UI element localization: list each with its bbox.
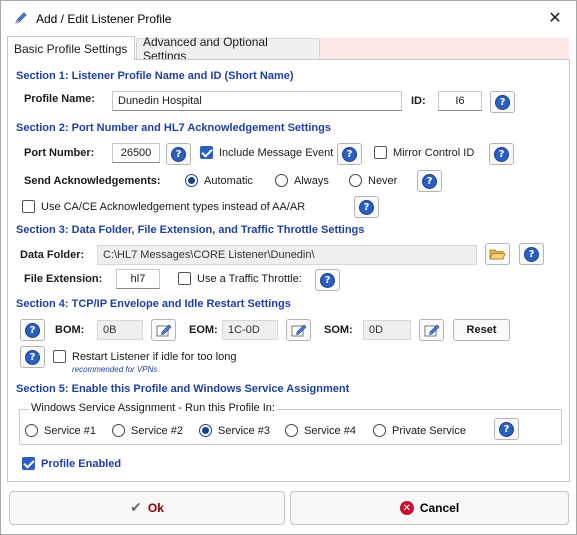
service-radio-2[interactable] bbox=[112, 424, 125, 437]
section2-title: Section 2: Port Number and HL7 Acknowled… bbox=[16, 122, 331, 134]
help-button-folder[interactable]: ? bbox=[519, 243, 544, 265]
data-folder-input[interactable]: C:\HL7 Messages\CORE Listener\Dunedin\ bbox=[97, 245, 477, 265]
help-icon: ? bbox=[25, 349, 40, 365]
mirror-control-id-label[interactable]: Mirror Control ID bbox=[393, 147, 474, 159]
section5-title: Section 5: Enable this Profile and Windo… bbox=[16, 383, 350, 395]
profile-enabled-label[interactable]: Profile Enabled bbox=[41, 458, 121, 470]
cancel-button-label: Cancel bbox=[419, 501, 460, 515]
help-icon: ? bbox=[494, 146, 509, 162]
service-radio-4[interactable] bbox=[285, 424, 298, 437]
ack-radio-always[interactable] bbox=[275, 174, 288, 187]
edit-icon bbox=[424, 324, 439, 337]
service-label-4[interactable]: Service #4 bbox=[304, 425, 356, 437]
mirror-control-id-checkbox[interactable] bbox=[374, 146, 387, 159]
edit-icon bbox=[156, 324, 171, 337]
help-button-ack[interactable]: ? bbox=[417, 170, 442, 192]
service-radio-1[interactable] bbox=[25, 424, 38, 437]
reset-button[interactable]: Reset bbox=[453, 319, 510, 341]
ack-label-automatic[interactable]: Automatic bbox=[204, 175, 253, 187]
help-button-port[interactable]: ? bbox=[166, 143, 191, 165]
port-number-input[interactable]: 26500 bbox=[112, 143, 160, 163]
cancel-button[interactable]: ✕ Cancel bbox=[290, 491, 569, 525]
service-radio-private[interactable] bbox=[373, 424, 386, 437]
include-message-event-checkbox[interactable] bbox=[200, 146, 213, 159]
som-label: SOM: bbox=[324, 324, 353, 336]
edit-icon bbox=[291, 324, 306, 337]
restart-idle-checkbox[interactable] bbox=[53, 350, 66, 363]
help-icon: ? bbox=[342, 146, 357, 162]
ack-label-always[interactable]: Always bbox=[294, 175, 329, 187]
service-label-3[interactable]: Service #3 bbox=[218, 425, 270, 437]
help-button-envelope[interactable]: ? bbox=[20, 319, 45, 341]
recommended-note: recommended for VPNs bbox=[72, 365, 158, 374]
help-button-restart[interactable]: ? bbox=[20, 346, 45, 368]
window-title: Add / Edit Listener Profile bbox=[36, 12, 172, 26]
tab-strip-filler bbox=[320, 38, 569, 59]
folder-icon bbox=[489, 249, 506, 260]
cancel-icon: ✕ bbox=[399, 501, 414, 515]
ok-button-label: Ok bbox=[147, 501, 164, 515]
section3-title: Section 3: Data Folder, File Extension, … bbox=[16, 224, 365, 236]
restart-idle-label[interactable]: Restart Listener if idle for too long bbox=[72, 351, 236, 363]
bom-label: BOM: bbox=[55, 324, 85, 336]
profile-name-label: Profile Name: bbox=[24, 93, 95, 105]
id-input[interactable]: I6 bbox=[438, 91, 482, 111]
help-button-throttle[interactable]: ? bbox=[315, 269, 340, 291]
help-button-profile[interactable]: ? bbox=[490, 91, 515, 113]
close-icon[interactable]: ✕ bbox=[548, 8, 561, 28]
help-icon: ? bbox=[171, 146, 186, 162]
port-number-label: Port Number: bbox=[24, 147, 95, 159]
checkmark-icon: ✔ bbox=[130, 500, 142, 516]
ok-button[interactable]: ✔ Ok bbox=[9, 491, 285, 525]
help-button-message-event[interactable]: ? bbox=[337, 143, 362, 165]
som-input[interactable]: 0D bbox=[363, 320, 411, 340]
id-label: ID: bbox=[411, 95, 426, 107]
eom-label: EOM: bbox=[189, 324, 218, 336]
data-folder-label: Data Folder: bbox=[20, 249, 85, 261]
profile-enabled-checkbox[interactable] bbox=[22, 457, 35, 470]
section1-title: Section 1: Listener Profile Name and ID … bbox=[16, 70, 294, 82]
file-extension-input[interactable]: hl7 bbox=[116, 269, 160, 289]
service-label-1[interactable]: Service #1 bbox=[44, 425, 96, 437]
tab-panel-basic: Section 1: Listener Profile Name and ID … bbox=[7, 59, 570, 482]
ack-radio-never[interactable] bbox=[349, 174, 362, 187]
help-icon: ? bbox=[499, 421, 514, 437]
service-group-title: Windows Service Assignment - Run this Pr… bbox=[29, 402, 277, 414]
eom-input[interactable]: 1C-0D bbox=[222, 320, 278, 340]
profile-name-input[interactable]: Dunedin Hospital bbox=[112, 91, 402, 111]
edit-eom-button[interactable] bbox=[286, 319, 311, 341]
edit-bom-button[interactable] bbox=[151, 319, 176, 341]
pencil-icon bbox=[15, 12, 27, 24]
use-ca-ce-checkbox[interactable] bbox=[22, 200, 35, 213]
ack-radio-automatic[interactable] bbox=[185, 174, 198, 187]
help-icon: ? bbox=[495, 94, 510, 110]
help-button-mirror[interactable]: ? bbox=[489, 143, 514, 165]
include-message-event-label[interactable]: Include Message Event bbox=[219, 147, 333, 159]
help-icon: ? bbox=[524, 246, 539, 262]
use-ca-ce-label[interactable]: Use CA/CE Acknowledgement types instead … bbox=[41, 201, 305, 213]
help-icon: ? bbox=[25, 322, 40, 338]
edit-som-button[interactable] bbox=[419, 319, 444, 341]
service-radio-3[interactable] bbox=[199, 424, 212, 437]
tab-advanced-optional-settings[interactable]: Advanced and Optional Settings bbox=[136, 35, 320, 63]
traffic-throttle-checkbox[interactable] bbox=[178, 272, 191, 285]
browse-folder-button[interactable] bbox=[485, 243, 510, 265]
help-icon: ? bbox=[320, 272, 335, 288]
service-label-2[interactable]: Service #2 bbox=[131, 425, 183, 437]
ack-label-never[interactable]: Never bbox=[368, 175, 397, 187]
section4-title: Section 4: TCP/IP Envelope and Idle Rest… bbox=[16, 298, 291, 310]
traffic-throttle-label[interactable]: Use a Traffic Throttle: bbox=[197, 273, 302, 285]
bom-input[interactable]: 0B bbox=[97, 320, 143, 340]
file-extension-label: File Extension: bbox=[24, 273, 103, 285]
close-button[interactable]: ✕ bbox=[541, 6, 569, 30]
service-label-private[interactable]: Private Service bbox=[392, 425, 466, 437]
dialog-window: Add / Edit Listener Profile ✕ Basic Prof… bbox=[0, 0, 577, 535]
send-acknowledgements-label: Send Acknowledgements: bbox=[24, 175, 161, 187]
help-icon: ? bbox=[422, 173, 437, 189]
title-bar: Add / Edit Listener Profile ✕ bbox=[1, 1, 576, 34]
tab-basic-profile-settings[interactable]: Basic Profile Settings bbox=[7, 36, 135, 60]
help-button-ca-ce[interactable]: ? bbox=[354, 196, 379, 218]
help-icon: ? bbox=[359, 199, 374, 215]
help-button-service[interactable]: ? bbox=[494, 418, 519, 440]
